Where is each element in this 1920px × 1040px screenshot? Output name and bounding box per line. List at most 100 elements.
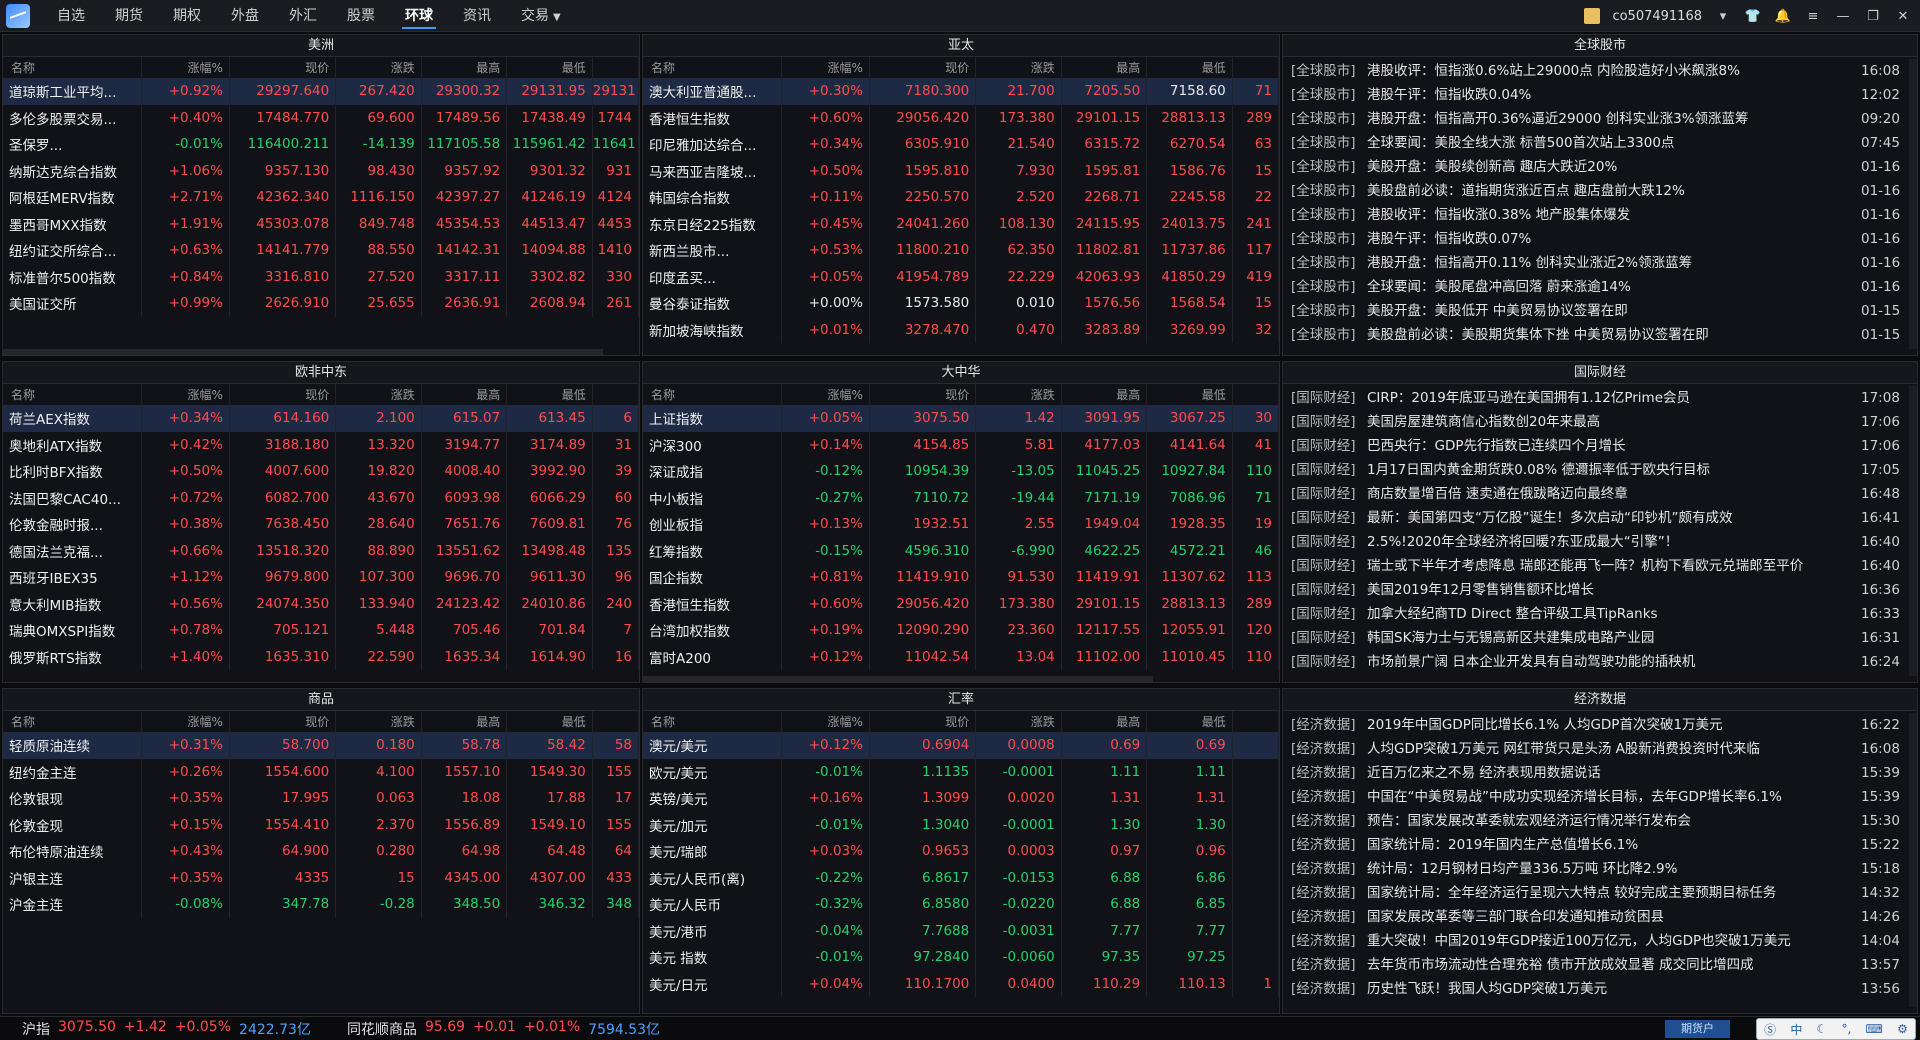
column-header[interactable]	[1232, 57, 1279, 78]
close-icon[interactable]: ✕	[1894, 9, 1912, 24]
news-item[interactable]: [国际财经] 韩国SK海力士与无锡高新区共建集成电路产业园 16:31	[1283, 626, 1917, 650]
column-header[interactable]: 最低	[1146, 57, 1233, 78]
table-row[interactable]: 美元/加元 -0.01% 1.3040 -0.0001 1.30 1.30	[643, 811, 1279, 838]
news-item[interactable]: [经济数据] 国家发展改革委等三部门联合印发通知推动贫困县 14:26	[1283, 905, 1917, 929]
table-row[interactable]: 创业板指 +0.13% 1932.51 2.55 1949.04 1928.35 19	[643, 511, 1279, 538]
column-header[interactable]	[592, 384, 639, 405]
column-header[interactable]: 名称	[3, 57, 143, 78]
column-header[interactable]: 最低	[506, 384, 593, 405]
table-row[interactable]: 韩国综合指数 +0.11% 2250.570 2.520 2268.71 2245.58 2…	[643, 184, 1279, 211]
table-row[interactable]: 美元/人民币 -0.32% 6.8580 -0.0220 6.88 6.85	[643, 891, 1279, 918]
table-row[interactable]: 美国证交所 +0.99% 2626.910 25.655 2636.91 2608.94 2…	[3, 290, 639, 317]
column-header[interactable]	[592, 57, 639, 78]
column-header[interactable]: 最高	[1061, 57, 1148, 78]
table-row[interactable]: 法国巴黎CAC40... +0.72% 6082.700 43.670 6093.98 6…	[3, 484, 639, 511]
column-header[interactable]: 涨跌	[335, 711, 422, 732]
news-item[interactable]: [全球股市] 港股开盘：恒指高开0.11% 创科实业涨近2%领涨蓝筹 01-16	[1283, 251, 1917, 275]
futures-account-button[interactable]: 期货户	[1665, 1020, 1730, 1038]
table-row[interactable]: 奥地利ATX指数 +0.42% 3188.180 13.320 3194.77 3174.…	[3, 431, 639, 458]
horizontal-scrollbar[interactable]	[3, 349, 603, 355]
news-item[interactable]: [经济数据] 国家统计局：2019年国内生产总值增长6.1% 15:22	[1283, 833, 1917, 857]
news-item[interactable]: [经济数据] 去年货币市场流动性合理充裕 债市开放成效显著 成交同比增四成 13:5…	[1283, 953, 1917, 977]
nav-tab-6[interactable]: 环球	[390, 0, 448, 32]
table-row[interactable]: 多伦多股票交易... +0.40% 17484.770 69.600 17489.56 1…	[3, 104, 639, 131]
news-item[interactable]: [国际财经] 2.5%!2020年全球经济将回暖?东亚成最大“引擎”！ 16:40	[1283, 530, 1917, 554]
column-header[interactable]: 名称	[643, 384, 783, 405]
news-item[interactable]: [经济数据] 人均GDP突破1万美元 网红带货只是头汤 A股新消费投资时代来临 16…	[1283, 737, 1917, 761]
news-item[interactable]: [经济数据] 中国在“中美贸易战”中成功实现经济增长目标，去年GDP增长率6.1%…	[1283, 785, 1917, 809]
table-row[interactable]: 纳斯达克综合指数 +1.06% 9357.130 98.430 9357.92 9301.…	[3, 157, 639, 184]
column-header[interactable]	[1232, 384, 1279, 405]
table-row[interactable]: 富时A200 +0.12% 11042.54 13.04 11102.00 11010.4…	[643, 643, 1279, 670]
column-header[interactable]: 涨跌	[975, 384, 1062, 405]
table-row[interactable]: 德国法兰克福... +0.66% 13518.320 88.890 13551.62 13…	[3, 537, 639, 564]
table-row[interactable]: 香港恒生指数 +0.60% 29056.420 173.380 29101.15 2881…	[643, 104, 1279, 131]
table-row[interactable]: 印度孟买... +0.05% 41954.789 22.229 42063.93 4185…	[643, 263, 1279, 290]
table-row[interactable]: 香港恒生指数 +0.60% 29056.420 173.380 29101.15 2881…	[643, 590, 1279, 617]
minimize-icon[interactable]: —	[1834, 9, 1852, 24]
column-header[interactable]: 名称	[3, 384, 143, 405]
table-row[interactable]: 英镑/美元 +0.16% 1.3099 0.0020 1.31 1.31	[643, 785, 1279, 812]
nav-tab-4[interactable]: 外汇	[274, 0, 332, 32]
ime-keyboard-icon[interactable]: ⌨	[1866, 1022, 1883, 1036]
news-item[interactable]: [全球股市] 美股盘前必读：道指期货涨近百点 趣店盘前大跌12% 01-16	[1283, 179, 1917, 203]
nav-tab-2[interactable]: 期权	[158, 0, 216, 32]
horizontal-scrollbar[interactable]	[643, 676, 1153, 682]
column-header[interactable]: 最高	[421, 711, 508, 732]
news-item[interactable]: [全球股市] 美股开盘：美股续创新高 趣店大跌近20% 01-16	[1283, 155, 1917, 179]
table-row[interactable]: 西班牙IBEX35 +1.12% 9679.800 107.300 9696.70 961…	[3, 564, 639, 591]
nav-tab-8[interactable]: 交易 ▼	[506, 0, 576, 32]
table-row[interactable]: 澳元/美元 +0.12% 0.6904 0.0008 0.69 0.69	[643, 732, 1279, 759]
column-header[interactable]: 名称	[643, 57, 783, 78]
table-row[interactable]: 道琼斯工业平均... +0.92% 29297.640 267.420 29300.32…	[3, 78, 639, 105]
nav-tab-0[interactable]: 自选	[42, 0, 100, 32]
column-header[interactable]: 名称	[643, 711, 783, 732]
table-row[interactable]: 澳大利亚普通股... +0.30% 7180.300 21.700 7205.50 715…	[643, 78, 1279, 105]
news-item[interactable]: [经济数据] 近百万亿来之不易 经济表现用数据说话 15:39	[1283, 761, 1917, 785]
nav-tab-5[interactable]: 股票	[332, 0, 390, 32]
column-header[interactable]	[592, 711, 639, 732]
ime-toolbar[interactable]: Ⓢ 中 ☾ °, ⌨ ⚙	[1756, 1018, 1916, 1040]
table-row[interactable]: 布伦特原油连续 +0.43% 64.900 0.280 64.98 64.48 64	[3, 838, 639, 865]
news-item[interactable]: [全球股市] 港股收评：恒指涨0.6%站上29000点 内险股造好小米飙涨8% 16…	[1283, 59, 1917, 83]
table-row[interactable]: 比利时BFX指数 +0.50% 4007.600 19.820 4008.40 3992.…	[3, 458, 639, 485]
nav-tab-7[interactable]: 资讯	[448, 0, 506, 32]
news-item[interactable]: [全球股市] 港股开盘：恒指高开0.36%逼近29000 创科实业涨3%领涨蓝筹 0…	[1283, 107, 1917, 131]
news-item[interactable]: [国际财经] 加拿大经纪商TD Direct 整合评级工具TipRanks 16:3…	[1283, 602, 1917, 626]
table-row[interactable]: 台湾加权指数 +0.19% 12090.290 23.360 12117.55 12055…	[643, 617, 1279, 644]
column-header[interactable]: 现价	[229, 711, 337, 732]
column-header[interactable]	[1232, 711, 1279, 732]
table-row[interactable]: 沪银主连 +0.35% 4335 15 4345.00 4307.00 433	[3, 864, 639, 891]
table-row[interactable]: 荷兰AEX指数 +0.34% 614.160 2.100 615.07 613.45 6	[3, 405, 639, 432]
table-row[interactable]: 国企指数 +0.81% 11419.910 91.530 11419.91 11307.6…	[643, 564, 1279, 591]
status-ths-commodity[interactable]: 同花顺商品 95.69 +0.01 +0.01% 7594.53亿	[347, 1019, 660, 1039]
table-row[interactable]: 俄罗斯RTS指数 +1.40% 1635.310 22.590 1635.34 1614.…	[3, 643, 639, 670]
news-item[interactable]: [国际财经] 美国2019年12月零售销售额环比增长 16:36	[1283, 578, 1917, 602]
table-row[interactable]: 美元/日元 +0.04% 110.1700 0.0400 110.29 110.13 1	[643, 970, 1279, 997]
status-sh-index[interactable]: 沪指 3075.50 +1.42 +0.05% 2422.73亿	[22, 1019, 311, 1039]
news-item[interactable]: [国际财经] 美国房屋建筑商信心指数创20年来最高 17:06	[1283, 410, 1917, 434]
user-avatar-icon[interactable]	[1584, 8, 1601, 24]
news-item[interactable]: [国际财经] 市场前景广阔 日本企业开发具有自动驾驶功能的插秧机 16:24	[1283, 650, 1917, 674]
column-header[interactable]: 现价	[869, 711, 977, 732]
column-header[interactable]: 涨跌	[975, 57, 1062, 78]
table-row[interactable]: 沪深300 +0.14% 4154.85 5.81 4177.03 4141.64 41	[643, 431, 1279, 458]
table-row[interactable]: 标准普尔500指数 +0.84% 3316.810 27.520 3317.11 3302…	[3, 263, 639, 290]
table-row[interactable]: 墨西哥MXX指数 +1.91% 45303.078 849.748 45354.53 44…	[3, 210, 639, 237]
restore-icon[interactable]: ❐	[1864, 9, 1882, 24]
table-row[interactable]: 瑞典OMXSPI指数 +0.78% 705.121 5.448 705.46 701.84…	[3, 617, 639, 644]
table-row[interactable]: 伦敦银现 +0.35% 17.995 0.063 18.08 17.88 17	[3, 785, 639, 812]
ime-settings-icon[interactable]: ⚙	[1897, 1022, 1908, 1036]
table-row[interactable]: 印尼雅加达综合... +0.34% 6305.910 21.540 6315.72 627…	[643, 131, 1279, 158]
table-row[interactable]: 曼谷泰证指数 +0.00% 1573.580 0.010 1576.56 1568.54 1…	[643, 290, 1279, 317]
news-item[interactable]: [全球股市] 全球要闻：美股尾盘冲高回落 蔚来涨逾14% 01-16	[1283, 275, 1917, 299]
table-row[interactable]: 沪金主连 -0.08% 347.78 -0.28 348.50 346.32 348	[3, 891, 639, 918]
ime-logo-icon[interactable]: Ⓢ	[1764, 1021, 1776, 1038]
column-header[interactable]: 涨幅%	[781, 57, 870, 78]
news-item[interactable]: [全球股市] 美股开盘：美股低开 中美贸易协议签署在即 01-15	[1283, 299, 1917, 323]
news-item[interactable]: [全球股市] 港股收评：恒指收涨0.38% 地产股集体爆发 01-16	[1283, 203, 1917, 227]
column-header[interactable]: 涨幅%	[141, 57, 230, 78]
column-header[interactable]: 最高	[421, 57, 508, 78]
table-row[interactable]: 欧元/美元 -0.01% 1.1135 -0.0001 1.11 1.11	[643, 758, 1279, 785]
column-header[interactable]: 涨幅%	[141, 711, 230, 732]
